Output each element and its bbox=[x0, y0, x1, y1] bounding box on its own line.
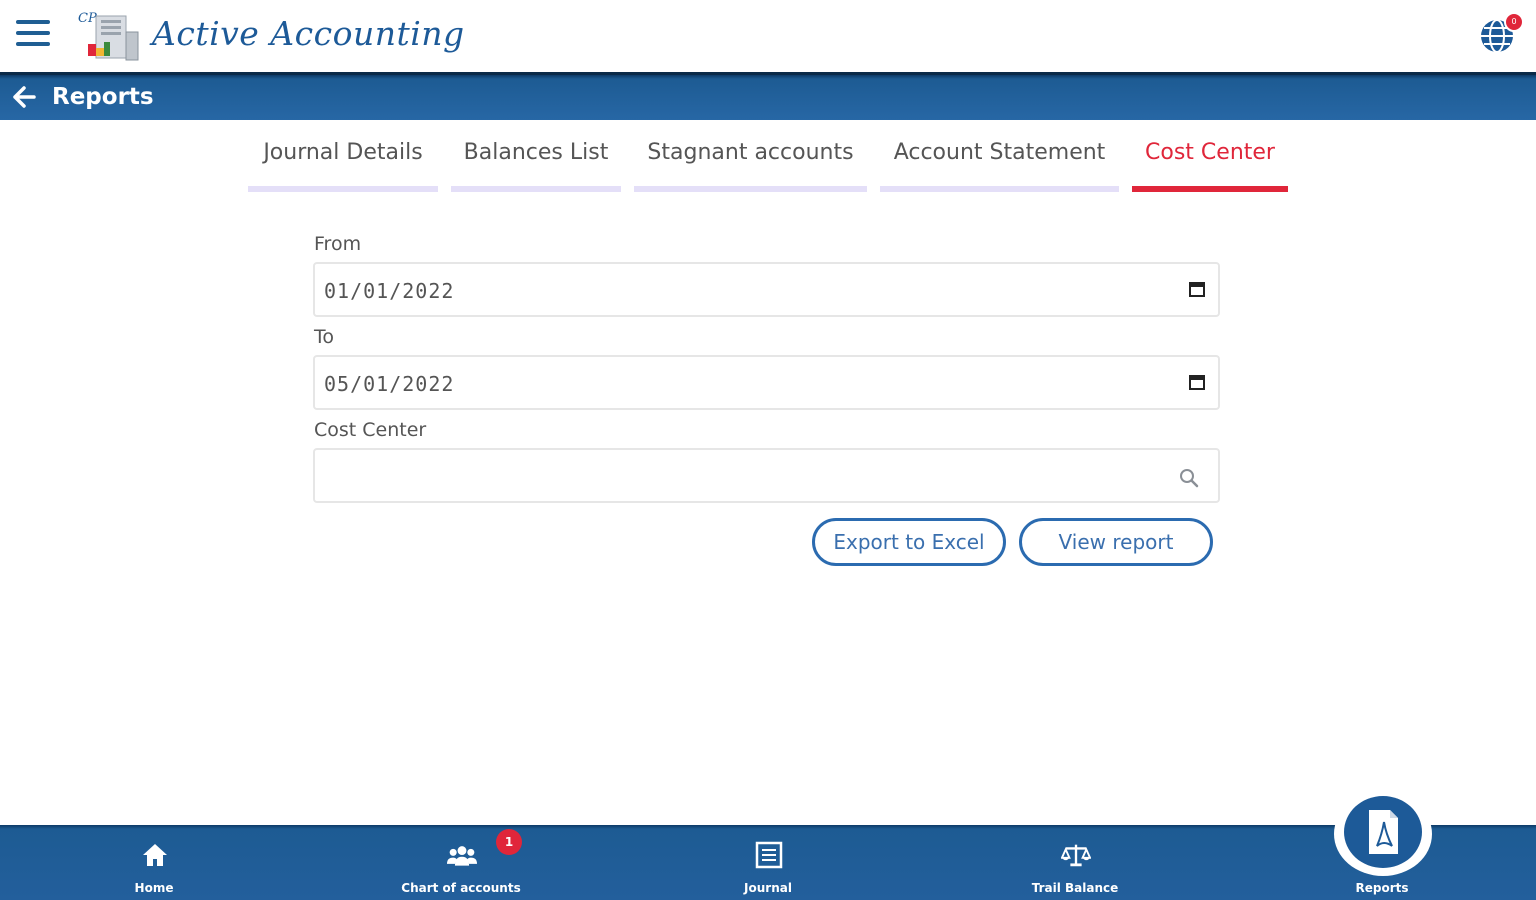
to-date-value: 05/01/2022 bbox=[324, 372, 455, 396]
cost-center-label: Cost Center bbox=[314, 419, 427, 441]
nav-label: Trail Balance bbox=[1031, 881, 1119, 895]
pdf-icon bbox=[1369, 810, 1398, 854]
nav-home[interactable]: Home bbox=[54, 825, 254, 900]
menu-icon[interactable] bbox=[16, 20, 52, 52]
nav-label: Chart of accounts bbox=[401, 881, 521, 895]
page-title-bar: Reports bbox=[0, 72, 1536, 120]
to-date-input[interactable]: 05/01/2022 bbox=[313, 355, 1220, 410]
tab-label: Stagnant accounts bbox=[647, 140, 854, 165]
tab-label: Cost Center bbox=[1145, 140, 1275, 165]
app-logo: CP bbox=[76, 6, 144, 66]
from-date-value: 01/01/2022 bbox=[324, 279, 455, 303]
journal-icon bbox=[755, 841, 783, 869]
brand-name: Active Accounting bbox=[152, 14, 465, 53]
svg-text:CP: CP bbox=[78, 11, 97, 26]
to-label: To bbox=[314, 326, 335, 348]
nav-label: Home bbox=[134, 881, 174, 895]
language-globe-icon[interactable]: 0 bbox=[1478, 12, 1524, 56]
from-date-input[interactable]: 01/01/2022 bbox=[313, 262, 1220, 317]
nav-chart-of-accounts[interactable]: Chart of accounts bbox=[361, 825, 561, 900]
view-report-button[interactable]: View report bbox=[1019, 518, 1213, 566]
nav-label: Journal bbox=[744, 881, 792, 895]
calendar-icon[interactable] bbox=[1188, 280, 1206, 298]
from-label: From bbox=[314, 233, 362, 255]
nav-journal[interactable]: Journal bbox=[668, 825, 868, 900]
tab-label: Balances List bbox=[463, 140, 609, 165]
calendar-icon[interactable] bbox=[1188, 373, 1206, 391]
tab-label: Account Statement bbox=[893, 140, 1106, 165]
tab-label: Journal Details bbox=[263, 140, 423, 165]
scale-icon bbox=[1061, 844, 1091, 867]
page-title: Reports bbox=[52, 84, 154, 110]
notification-badge: 0 bbox=[1504, 12, 1524, 32]
export-to-excel-button[interactable]: Export to Excel bbox=[812, 518, 1006, 566]
tab-cost-center[interactable]: Cost Center bbox=[1132, 130, 1288, 192]
reports-fab-button[interactable] bbox=[1334, 792, 1432, 876]
tab-balances-list[interactable]: Balances List bbox=[451, 130, 621, 192]
tab-account-statement[interactable]: Account Statement bbox=[880, 130, 1119, 192]
home-icon bbox=[143, 844, 167, 866]
nav-label: Reports bbox=[1355, 881, 1409, 895]
back-arrow-icon[interactable] bbox=[10, 83, 38, 111]
bottom-navigation: Home Chart of accounts Journal Trail Bal… bbox=[0, 825, 1536, 900]
cost-center-search-input[interactable] bbox=[313, 448, 1220, 503]
nav-trail-balance[interactable]: Trail Balance bbox=[975, 825, 1175, 900]
tab-stagnant-accounts[interactable]: Stagnant accounts bbox=[634, 130, 867, 192]
tab-journal-details[interactable]: Journal Details bbox=[248, 130, 438, 192]
app-header: CP Active Accounting 0 bbox=[0, 0, 1536, 72]
users-icon bbox=[447, 846, 477, 866]
search-icon[interactable] bbox=[1178, 467, 1200, 489]
chart-of-accounts-badge: 1 bbox=[496, 829, 522, 855]
